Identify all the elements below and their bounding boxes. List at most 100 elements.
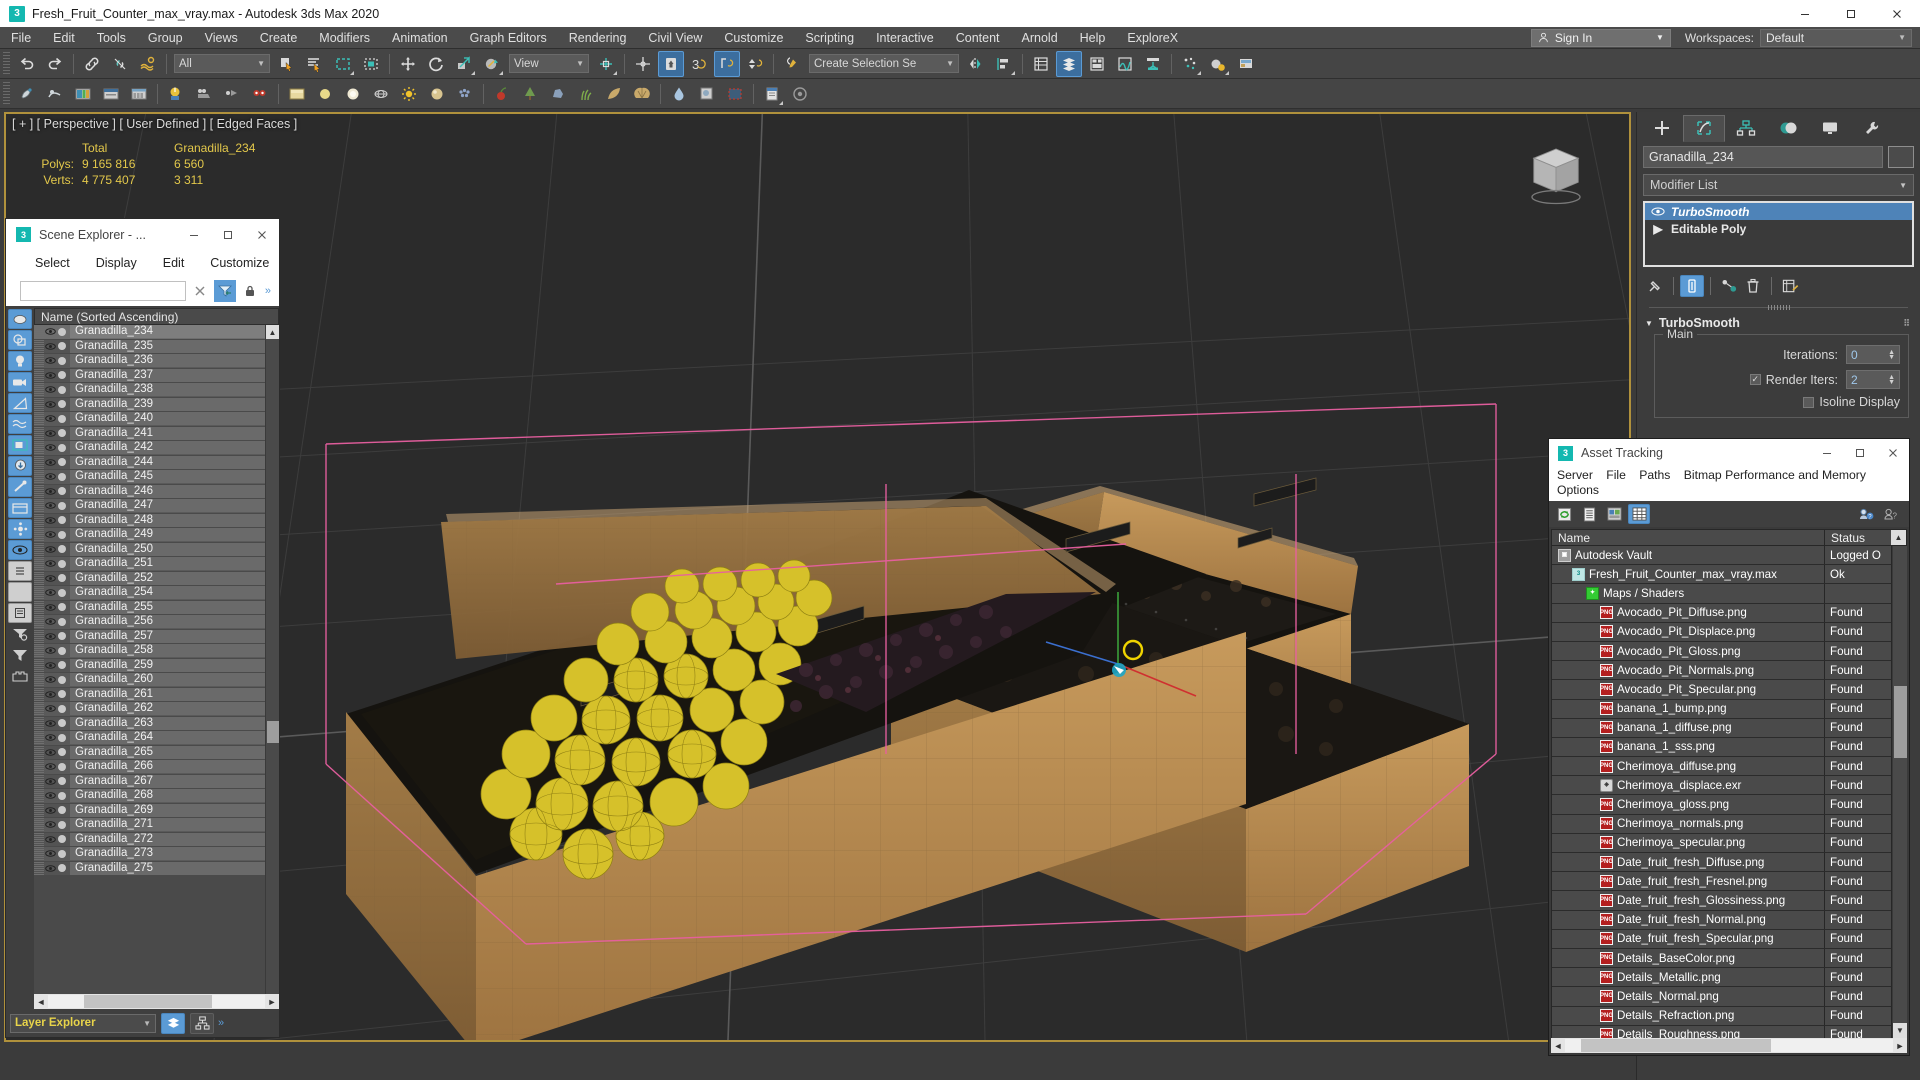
object-color-dot[interactable]: [58, 458, 66, 467]
menu-graph-editors[interactable]: Graph Editors: [459, 27, 558, 49]
column-header-name[interactable]: Name: [1552, 530, 1825, 545]
scene-explorer-row[interactable]: Granadilla_240: [34, 412, 265, 427]
asset-help-icon[interactable]: ?: [1880, 504, 1902, 524]
visibility-eye-icon[interactable]: [44, 749, 57, 756]
visibility-eye-icon[interactable]: [44, 343, 57, 350]
bind-to-space-warp-icon[interactable]: [135, 51, 161, 77]
select-and-move-icon[interactable]: [395, 51, 421, 77]
asset-row[interactable]: PNG Avocado_Pit_Diffuse.png Found: [1552, 603, 1892, 623]
redo-icon[interactable]: [42, 51, 68, 77]
se-menu-display[interactable]: Display: [83, 256, 150, 270]
column-header-status[interactable]: Status: [1825, 530, 1891, 545]
list-view-icon[interactable]: [8, 561, 32, 581]
window-crossing-icon[interactable]: [358, 51, 384, 77]
scene-explorer-row[interactable]: Granadilla_235: [34, 339, 265, 354]
visibility-eye-icon[interactable]: [44, 531, 57, 538]
filter-space-warps-icon[interactable]: [8, 414, 32, 434]
more-options-icon[interactable]: »: [218, 1017, 224, 1029]
visibility-eye-icon[interactable]: [44, 705, 57, 712]
visibility-eye-icon[interactable]: [44, 604, 57, 611]
visibility-eye-icon[interactable]: [44, 589, 57, 596]
scroll-up-icon[interactable]: ▲: [266, 325, 279, 339]
visibility-eye-icon[interactable]: [44, 821, 57, 828]
percent-snap-toggle-icon[interactable]: [714, 50, 740, 77]
scene-explorer-row[interactable]: Granadilla_272: [34, 832, 265, 847]
grass-object-icon[interactable]: [573, 81, 599, 107]
menu-tools[interactable]: Tools: [86, 27, 137, 49]
filter-lights-icon[interactable]: [8, 351, 32, 371]
visibility-eye-icon[interactable]: [44, 430, 57, 437]
menu-group[interactable]: Group: [137, 27, 194, 49]
visibility-eye-icon[interactable]: [44, 691, 57, 698]
asset-tracking-vertical-scrollbar[interactable]: ▼: [1892, 546, 1907, 1038]
asset-row[interactable]: PNG Cherimoya_specular.png Found: [1552, 833, 1892, 853]
asset-row[interactable]: PNG Avocado_Pit_Specular.png Found: [1552, 680, 1892, 700]
scene-explorer-row[interactable]: Granadilla_266: [34, 760, 265, 775]
object-color-dot[interactable]: [58, 733, 66, 742]
render-iters-checkbox[interactable]: ✓: [1749, 374, 1761, 385]
menu-animation[interactable]: Animation: [381, 27, 459, 49]
asset-row[interactable]: PNG Details_Refraction.png Found: [1552, 1006, 1892, 1026]
object-color-dot[interactable]: [58, 603, 66, 612]
object-color-dot[interactable]: [58, 820, 66, 829]
asset-row[interactable]: PNG Details_Metallic.png Found: [1552, 968, 1892, 988]
tab-modify[interactable]: [1683, 114, 1725, 142]
object-color-dot[interactable]: [58, 501, 66, 510]
scene-explorer-window[interactable]: 3 Scene Explorer - ... Select Display Ed…: [5, 218, 280, 1038]
blank-view-icon[interactable]: [8, 582, 32, 602]
remove-modifier-icon[interactable]: [1741, 275, 1765, 297]
environment-icon[interactable]: [284, 81, 310, 107]
render-production-icon[interactable]: [14, 81, 40, 107]
maximize-button[interactable]: [1828, 0, 1874, 27]
search-input[interactable]: [20, 281, 186, 301]
scene-explorer-column-header[interactable]: Name (Sorted Ascending): [34, 308, 279, 325]
se-menu-edit[interactable]: Edit: [150, 256, 198, 270]
collapse-triangle-icon[interactable]: ▼: [1645, 319, 1653, 328]
scene-explorer-row[interactable]: Granadilla_254: [34, 586, 265, 601]
scene-explorer-row[interactable]: Granadilla_275: [34, 861, 265, 876]
scene-explorer-row[interactable]: Granadilla_245: [34, 470, 265, 485]
menu-scripting[interactable]: Scripting: [794, 27, 865, 49]
filter-containers-icon[interactable]: [8, 498, 32, 518]
at-menu-server[interactable]: Server: [1557, 468, 1593, 482]
menu-modifiers[interactable]: Modifiers: [308, 27, 381, 49]
visibility-eye-icon[interactable]: [44, 763, 57, 770]
scene-explorer-vertical-scrollbar[interactable]: ▲: [265, 325, 279, 994]
menu-help[interactable]: Help: [1069, 27, 1117, 49]
object-color-dot[interactable]: [58, 748, 66, 757]
select-object-icon[interactable]: [274, 51, 300, 77]
tab-display[interactable]: [1809, 115, 1851, 142]
visibility-eye-icon[interactable]: [44, 720, 57, 727]
scroll-right-icon[interactable]: ►: [265, 997, 279, 1007]
scene-explorer-row[interactable]: Granadilla_237: [34, 368, 265, 383]
object-color-dot[interactable]: [58, 327, 66, 336]
more-options-icon[interactable]: »: [265, 285, 271, 297]
scene-explorer-icon[interactable]: [1056, 50, 1082, 77]
asset-row[interactable]: PNG Avocado_Pit_Gloss.png Found: [1552, 641, 1892, 662]
se-menu-select[interactable]: Select: [22, 256, 83, 270]
visibility-eye-icon[interactable]: [44, 647, 57, 654]
scene-explorer-row[interactable]: Granadilla_247: [34, 499, 265, 514]
rock-object-icon[interactable]: [545, 81, 571, 107]
asset-row[interactable]: PNG Avocado_Pit_Normals.png Found: [1552, 661, 1892, 681]
modifier-stack[interactable]: TurboSmooth ▶ Editable Poly: [1643, 201, 1914, 267]
select-and-link-icon[interactable]: [79, 51, 105, 77]
asset-tracking-minimize-button[interactable]: [1810, 439, 1843, 467]
visibility-eye-icon[interactable]: [44, 618, 57, 625]
hair-and-fur-icon[interactable]: [452, 81, 478, 107]
spinner-arrows-icon[interactable]: ▲ ▼: [1888, 374, 1895, 386]
scrollbar-thumb[interactable]: [84, 995, 212, 1008]
menu-customize[interactable]: Customize: [713, 27, 794, 49]
menu-interactive[interactable]: Interactive: [865, 27, 945, 49]
clear-search-icon[interactable]: [189, 280, 211, 302]
at-menu-paths[interactable]: Paths: [1639, 468, 1670, 482]
render-region-icon[interactable]: [722, 81, 748, 107]
visibility-eye-icon[interactable]: [44, 850, 57, 857]
object-color-dot[interactable]: [58, 719, 66, 728]
scene-explorer-row[interactable]: Granadilla_234: [34, 325, 265, 340]
filter-helpers-icon[interactable]: [8, 393, 32, 413]
render-iters-spinner[interactable]: 2 ▲ ▼: [1846, 370, 1900, 389]
object-color-dot[interactable]: [58, 588, 66, 597]
asset-row[interactable]: PNG Cherimoya_normals.png Found: [1552, 814, 1892, 834]
object-color-swatch[interactable]: [1888, 146, 1914, 168]
